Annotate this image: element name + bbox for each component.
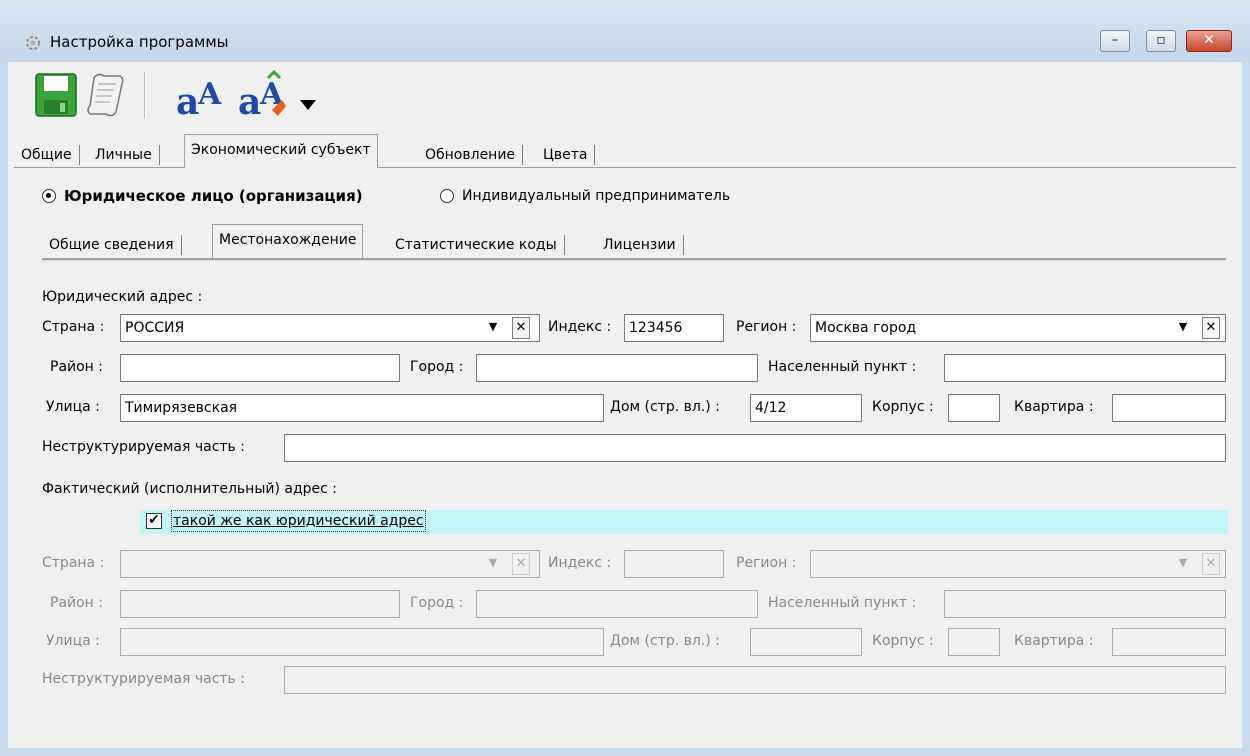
region-combo[interactable]: Москва город bbox=[810, 314, 1226, 342]
index-field[interactable]: 123456 bbox=[624, 314, 724, 342]
country-combo[interactable]: РОССИЯ bbox=[120, 314, 540, 342]
actual-country-clear-icon: ✕ bbox=[512, 553, 530, 575]
country-dropdown-arrow-icon[interactable]: ▼ bbox=[484, 317, 502, 339]
apartment-field[interactable] bbox=[1112, 394, 1226, 422]
tab-update[interactable]: Обновление bbox=[418, 140, 524, 168]
tab-colors[interactable]: Цвета bbox=[536, 140, 596, 168]
subtab-general-info[interactable]: Общие сведения bbox=[42, 230, 182, 258]
same-as-legal-row[interactable]: ✔ такой же как юридический адрес bbox=[140, 510, 1228, 534]
actual-street-field bbox=[120, 628, 604, 656]
tab-general[interactable]: Общие bbox=[14, 140, 80, 168]
country-clear-icon[interactable]: ✕ bbox=[512, 317, 530, 339]
region-label: Регион : bbox=[736, 319, 797, 335]
window-frame-bottom bbox=[0, 748, 1250, 756]
street-field[interactable]: Тимирязевская bbox=[120, 394, 604, 422]
actual-apartment-label: Квартира : bbox=[1014, 633, 1094, 649]
street-label: Улица : bbox=[46, 399, 100, 415]
legal-address-heading: Юридический адрес : bbox=[42, 289, 203, 305]
city-label: Город : bbox=[410, 359, 464, 375]
minimize-icon: – bbox=[1111, 32, 1119, 48]
actual-street-label: Улица : bbox=[46, 633, 100, 649]
radio-individual-label: Индивидуальный предприниматель bbox=[462, 188, 731, 204]
actual-region-dropdown-arrow-icon: ▼ bbox=[1178, 556, 1188, 569]
tab-personal[interactable]: Личные bbox=[88, 140, 160, 168]
actual-index-label: Индекс : bbox=[548, 555, 612, 571]
radio-individual-indicator[interactable] bbox=[440, 189, 454, 203]
dropdown-arrow-icon[interactable] bbox=[296, 70, 320, 120]
actual-district-label: Район : bbox=[50, 595, 104, 611]
font-color-icon[interactable]: a A bbox=[238, 70, 290, 120]
region-clear-icon[interactable]: ✕ bbox=[1202, 317, 1220, 339]
radio-legal-entity[interactable]: Юридическое лицо (организация) bbox=[42, 186, 363, 206]
district-field[interactable] bbox=[120, 354, 400, 382]
window-frame-left bbox=[0, 62, 8, 756]
actual-index-field bbox=[624, 550, 724, 578]
title-bar[interactable]: Настройка программы – ▫ ✕ bbox=[0, 0, 1250, 62]
actual-country-combo bbox=[120, 550, 540, 578]
region-dropdown-arrow-icon[interactable]: ▼ bbox=[1174, 317, 1192, 339]
index-label: Индекс : bbox=[548, 319, 612, 335]
toolbar-separator bbox=[144, 72, 146, 118]
actual-region-clear-icon: ✕ bbox=[1202, 553, 1220, 575]
subtab-stat-codes[interactable]: Статистические коды bbox=[388, 230, 565, 258]
country-label: Страна : bbox=[42, 319, 105, 335]
radio-legal-label: Юридическое лицо (организация) bbox=[64, 187, 363, 205]
subtab-licenses[interactable]: Лицензии bbox=[596, 230, 684, 258]
maximize-icon: ▫ bbox=[1156, 32, 1166, 48]
save-icon[interactable] bbox=[34, 70, 78, 120]
apartment-label: Квартира : bbox=[1014, 399, 1094, 415]
actual-city-field bbox=[476, 590, 758, 618]
close-button[interactable]: ✕ bbox=[1186, 30, 1232, 52]
minimize-button[interactable]: – bbox=[1100, 30, 1130, 52]
actual-building-field bbox=[948, 628, 1000, 656]
actual-house-field bbox=[750, 628, 862, 656]
actual-unstructured-field bbox=[284, 666, 1226, 694]
actual-district-field bbox=[120, 590, 400, 618]
unstructured-field[interactable] bbox=[284, 434, 1226, 462]
same-as-legal-checkbox[interactable]: ✔ bbox=[146, 513, 162, 529]
radio-individual-entrepreneur[interactable]: Индивидуальный предприниматель bbox=[440, 186, 730, 206]
unstructured-label: Неструктурируемая часть : bbox=[42, 439, 245, 455]
actual-unstructured-label: Неструктурируемая часть : bbox=[42, 671, 245, 687]
same-as-legal-label[interactable]: такой же как юридический адрес bbox=[171, 510, 426, 532]
actual-region-combo bbox=[810, 550, 1226, 578]
svg-text:a: a bbox=[176, 81, 199, 120]
window-title: Настройка программы bbox=[50, 33, 229, 51]
toolbar: a A a A bbox=[26, 66, 334, 124]
locality-field[interactable] bbox=[944, 354, 1226, 382]
actual-country-label: Страна : bbox=[42, 555, 105, 571]
tab-economic-entity[interactable]: Экономический субъект bbox=[184, 134, 378, 168]
maximize-button[interactable]: ▫ bbox=[1146, 30, 1176, 52]
actual-address-heading: Фактический (исполнительный) адрес : bbox=[42, 481, 338, 497]
subtab-location[interactable]: Местонахождение bbox=[212, 224, 364, 258]
city-field[interactable] bbox=[476, 354, 758, 382]
gear-icon bbox=[26, 36, 40, 50]
actual-locality-label: Населенный пункт : bbox=[768, 595, 917, 611]
house-label: Дом (стр. вл.) : bbox=[610, 399, 720, 415]
close-icon: ✕ bbox=[1203, 32, 1215, 48]
actual-country-dropdown-arrow-icon: ▼ bbox=[488, 556, 498, 569]
actual-city-label: Город : bbox=[410, 595, 464, 611]
font-icon[interactable]: a A bbox=[174, 70, 226, 120]
settings-window: Настройка программы – ▫ ✕ a A a A Общие … bbox=[0, 0, 1250, 756]
actual-house-label: Дом (стр. вл.) : bbox=[610, 633, 720, 649]
building-field[interactable] bbox=[948, 394, 1000, 422]
house-field[interactable]: 4/12 bbox=[750, 394, 862, 422]
svg-text:a: a bbox=[238, 81, 261, 120]
script-icon[interactable] bbox=[84, 70, 128, 120]
locality-label: Населенный пункт : bbox=[768, 359, 917, 375]
svg-text:A: A bbox=[197, 77, 222, 112]
radio-legal-indicator[interactable] bbox=[42, 189, 56, 203]
actual-building-label: Корпус : bbox=[872, 633, 934, 649]
actual-region-label: Регион : bbox=[736, 555, 797, 571]
district-label: Район : bbox=[50, 359, 104, 375]
actual-apartment-field bbox=[1112, 628, 1226, 656]
building-label: Корпус : bbox=[872, 399, 934, 415]
subtab-panel-border bbox=[42, 258, 1226, 261]
actual-locality-field bbox=[944, 590, 1226, 618]
window-frame-right bbox=[1242, 62, 1250, 756]
